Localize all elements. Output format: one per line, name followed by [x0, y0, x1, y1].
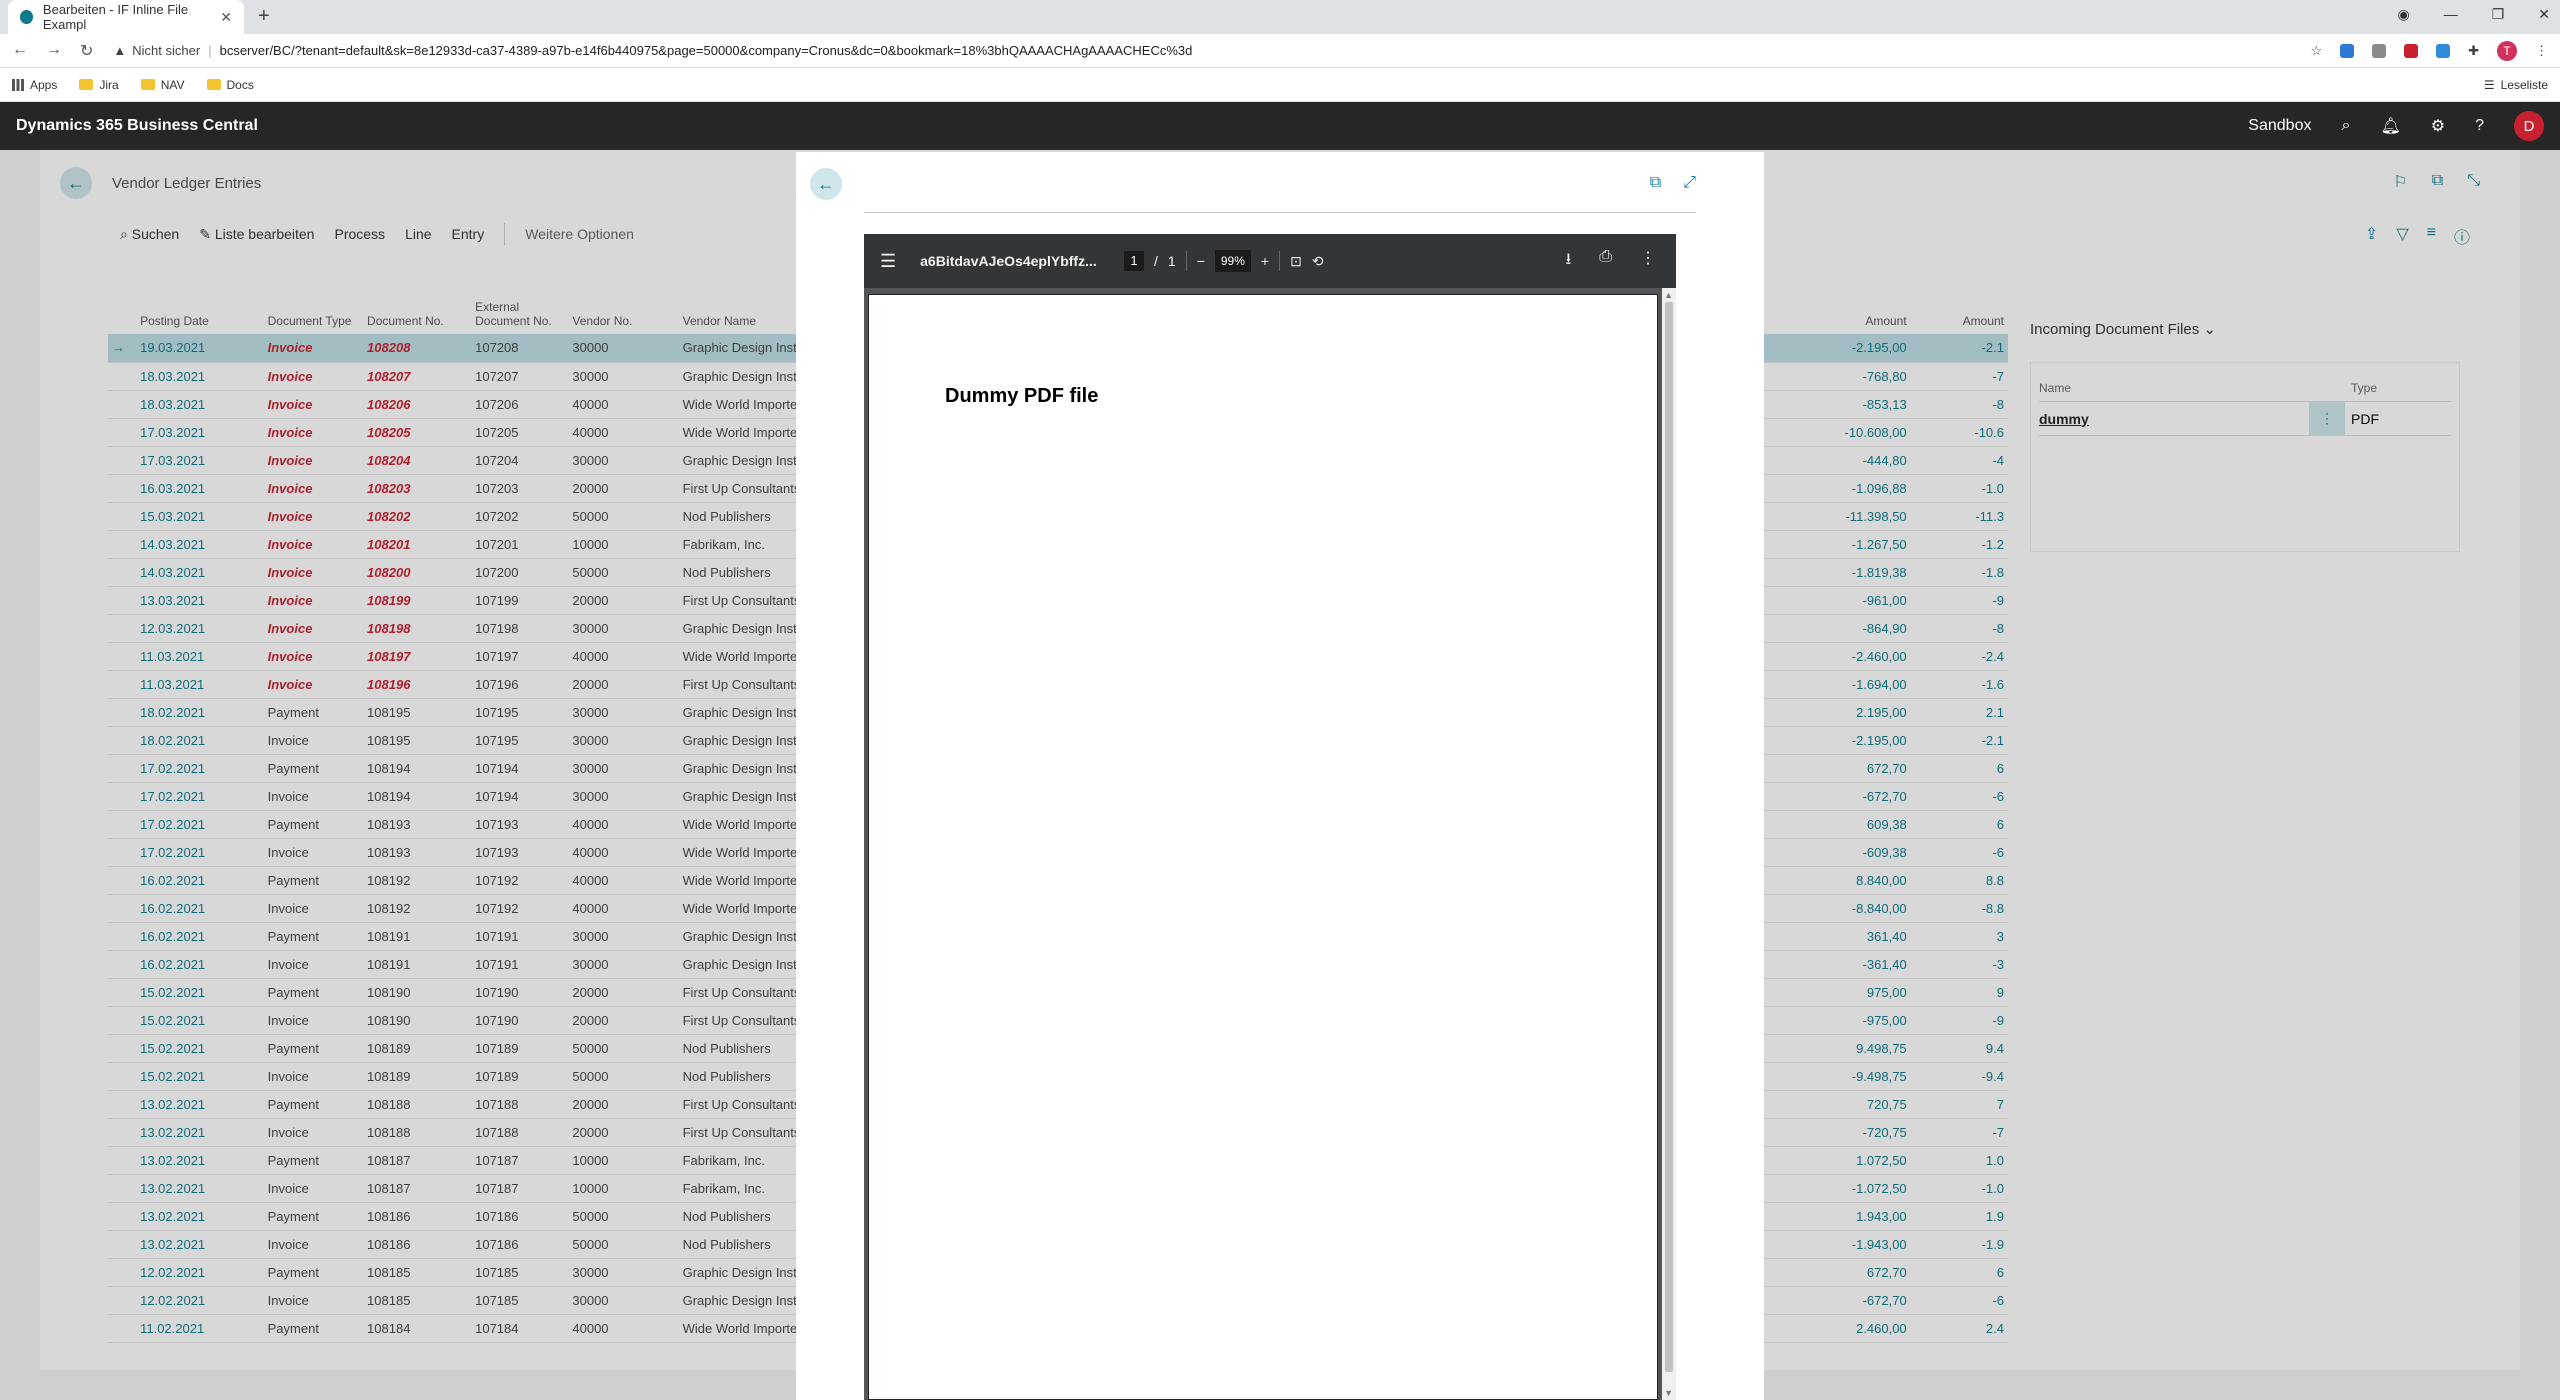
scroll-up-icon[interactable]: ▲	[1664, 290, 1673, 300]
browser-tab-bar: Bearbeiten - IF Inline File Exampl ✕ + ◉…	[0, 0, 2560, 34]
reading-list-icon: ☰	[2483, 77, 2495, 92]
toolbar-separator	[1279, 251, 1281, 271]
environment-label[interactable]: Sandbox	[2248, 117, 2311, 135]
window-controls: ◉ — ❐ ✕	[2397, 6, 2550, 23]
new-tab-button[interactable]: +	[258, 5, 270, 28]
close-window-icon[interactable]: ✕	[2538, 6, 2550, 23]
star-icon[interactable]: ☆	[2310, 43, 2322, 59]
bookmark-docs[interactable]: Docs	[206, 78, 254, 92]
app-brand[interactable]: Dynamics 365 Business Central	[16, 117, 258, 135]
gear-icon[interactable]: ⚙	[2431, 116, 2445, 136]
apps-grid-icon	[12, 78, 24, 91]
file-preview-dialog: ← ⧉ ⤢ ☰ a6BitdavAJeOs4eplYbffz... 1 / 1 …	[796, 152, 1764, 1400]
open-new-window-icon[interactable]: ⧉	[1650, 174, 1661, 192]
minimize-icon[interactable]: —	[2444, 6, 2458, 23]
zoom-input[interactable]: 99%	[1214, 250, 1251, 272]
restore-icon[interactable]: ❐	[2492, 6, 2505, 23]
rotate-icon[interactable]: ⟲	[1312, 253, 1324, 270]
forward-arrow-icon[interactable]: →	[46, 41, 62, 61]
address-bar: ← → ↻ ▲ Nicht sicher | bcserver/BC/?tena…	[0, 34, 2560, 68]
page-number-input[interactable]: 1	[1124, 251, 1144, 271]
toolbar-separator	[1185, 251, 1187, 271]
browser-menu-icon[interactable]: ⋮	[2535, 43, 2548, 59]
extension-red-icon[interactable]	[2404, 43, 2419, 58]
extension-search-icon[interactable]	[2436, 43, 2451, 58]
pdf-toolbar: ☰ a6BitdavAJeOs4eplYbffz... 1 / 1 − 99% …	[864, 234, 1676, 288]
warning-icon[interactable]: ▲	[113, 43, 126, 58]
puzzle-icon[interactable]: ✚	[2468, 43, 2479, 59]
dialog-divider	[864, 212, 1696, 213]
download-icon[interactable]: ⭳	[1566, 248, 1572, 275]
address-separator: |	[208, 43, 212, 58]
bookmark-nav[interactable]: NAV	[140, 78, 185, 92]
pdf-viewer: ☰ a6BitdavAJeOs4eplYbffz... 1 / 1 − 99% …	[864, 234, 1676, 1400]
bc-favicon-icon	[20, 10, 33, 24]
extension-grid-icon[interactable]	[2340, 43, 2355, 58]
back-arrow-icon[interactable]: ←	[12, 41, 28, 61]
extensions-area: ☆ ✚ T ⋮	[2310, 40, 2548, 61]
more-options-icon[interactable]: ⋮	[1640, 248, 1656, 275]
extension-page-icon[interactable]	[2372, 43, 2387, 58]
dialog-icons: ⧉ ⤢	[1650, 174, 1696, 192]
pdf-page: Dummy PDF file	[868, 294, 1658, 1400]
security-label[interactable]: Nicht sicher	[132, 43, 200, 58]
folder-icon	[79, 79, 94, 90]
folder-icon	[206, 79, 221, 90]
scroll-down-icon[interactable]: ▼	[1664, 1388, 1673, 1398]
pdf-page-nav: 1 / 1 − 99% + ⊡ ⟲	[1124, 250, 1324, 272]
back-arrow-icon: ←	[810, 168, 842, 200]
bookmark-apps[interactable]: Apps	[12, 78, 57, 92]
pdf-content-title: Dummy PDF file	[945, 385, 1099, 407]
user-avatar[interactable]: D	[2514, 111, 2544, 141]
pdf-scrollbar[interactable]: ▲ ▼	[1662, 288, 1676, 1400]
print-icon[interactable]: ⎙	[1599, 248, 1612, 275]
dialog-back-button[interactable]: ←	[810, 168, 842, 200]
close-tab-icon[interactable]: ✕	[220, 9, 232, 26]
reload-icon[interactable]: ↻	[80, 41, 93, 61]
pdf-right-tools: ⭳ ⎙ ⋮	[1566, 248, 1656, 275]
scrollbar-thumb[interactable]	[1665, 302, 1673, 1372]
page-separator: /	[1154, 253, 1158, 269]
pdf-file-name: a6BitdavAJeOs4eplYbffz...	[920, 253, 1097, 269]
zoom-out-icon[interactable]: −	[1197, 253, 1205, 269]
help-icon[interactable]: ?	[2475, 117, 2484, 135]
fit-page-icon[interactable]: ⊡	[1290, 253, 1302, 270]
profile-avatar[interactable]: T	[2497, 40, 2517, 61]
zoom-in-icon[interactable]: +	[1261, 253, 1269, 269]
bc-app-header: Dynamics 365 Business Central Sandbox ⌕ …	[0, 102, 2560, 150]
bell-icon[interactable]: 🔔︎	[2380, 116, 2400, 136]
url-input[interactable]: bcserver/BC/?tenant=default&sk=8e12933d-…	[220, 43, 2311, 58]
folder-icon	[140, 79, 155, 90]
search-icon[interactable]: ⌕	[2341, 117, 2350, 135]
bookmark-jira[interactable]: Jira	[79, 78, 119, 92]
browser-tab[interactable]: Bearbeiten - IF Inline File Exampl ✕	[8, 0, 244, 34]
menu-icon[interactable]: ☰	[880, 251, 896, 272]
profile-circle-icon[interactable]: ◉	[2397, 6, 2409, 23]
bookmarks-bar: Apps Jira NAV Docs ☰ Leseliste	[0, 68, 2560, 102]
tab-title: Bearbeiten - IF Inline File Exampl	[42, 2, 189, 32]
page-total: 1	[1167, 253, 1176, 269]
reading-list[interactable]: ☰ Leseliste	[2484, 78, 2548, 92]
expand-icon[interactable]: ⤢	[1683, 174, 1696, 192]
